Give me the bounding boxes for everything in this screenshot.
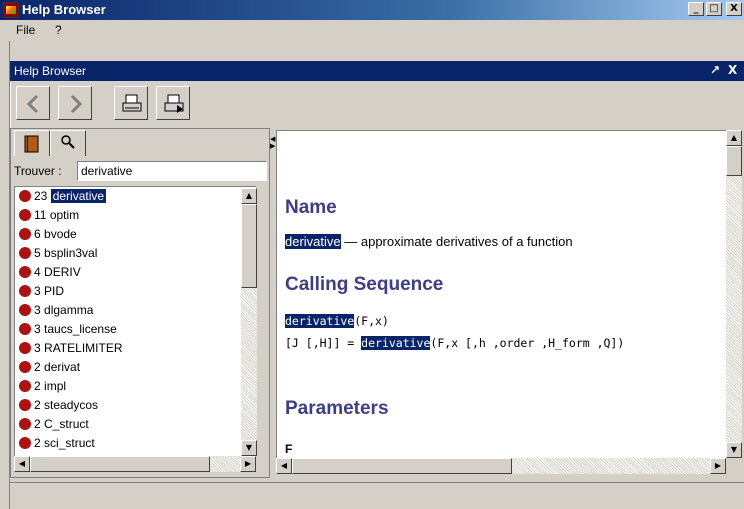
forward-button[interactable]: [58, 86, 92, 120]
result-dot-icon: [19, 418, 31, 430]
document-vscrollbar[interactable]: ▲ ▼: [726, 130, 742, 458]
app-icon: [3, 2, 19, 18]
calling-sequence-2: [J [,H]] = derivative(F,x [,h ,order ,H_…: [285, 336, 625, 350]
scroll-down-icon[interactable]: ▼: [726, 442, 742, 458]
result-dot-icon: [19, 247, 31, 259]
scroll-up-icon[interactable]: ▲: [241, 188, 257, 204]
scroll-thumb[interactable]: [241, 204, 257, 288]
list-item[interactable]: 3 RATELIMITER: [19, 341, 122, 360]
results-hscrollbar[interactable]: ◀ ▶: [14, 456, 256, 472]
print-setup-button[interactable]: [156, 86, 190, 120]
name-line: derivative — approximate derivatives of …: [285, 234, 573, 249]
list-item[interactable]: 2 sci_struct: [19, 436, 95, 455]
calling-sequence-1: derivative(F,x): [285, 314, 389, 328]
scroll-thumb[interactable]: [292, 458, 512, 474]
result-dot-icon: [19, 190, 31, 202]
back-button[interactable]: [16, 86, 50, 120]
list-item[interactable]: 2 steadycos: [19, 398, 98, 417]
list-item[interactable]: 2 derivat: [19, 360, 80, 379]
scroll-right-icon[interactable]: ▶: [240, 456, 256, 472]
menu-help[interactable]: ?: [55, 23, 62, 37]
list-item[interactable]: 23 derivative: [19, 189, 107, 208]
forward-icon: [70, 94, 83, 114]
result-dot-icon: [19, 399, 31, 411]
search-input[interactable]: derivative: [77, 161, 267, 181]
result-dot-icon: [19, 342, 31, 354]
tab-search[interactable]: [50, 130, 86, 156]
print-button[interactable]: [114, 86, 148, 120]
maximize-button[interactable]: □: [706, 2, 722, 16]
result-dot-icon: [19, 209, 31, 221]
window-title: Help Browser: [22, 2, 106, 17]
scroll-thumb[interactable]: [726, 146, 742, 176]
frame-titlebar[interactable]: Help Browser ↗ X: [10, 61, 744, 81]
close-button[interactable]: X: [726, 2, 742, 16]
result-dot-icon: [19, 323, 31, 335]
print-icon: [122, 94, 142, 112]
undock-icon[interactable]: ↗: [710, 63, 720, 77]
result-dot-icon: [19, 285, 31, 297]
scroll-right-icon[interactable]: ▶: [710, 458, 726, 474]
status-bar: [10, 482, 744, 508]
scroll-thumb[interactable]: [30, 456, 210, 472]
results-list[interactable]: 23 derivative 11 optim 6 bvode 5 bsplin3…: [14, 186, 256, 456]
minimize-button[interactable]: _: [688, 2, 704, 16]
list-item[interactable]: 2 impl: [19, 379, 66, 398]
param-name: F: [285, 442, 293, 456]
print-setup-icon: [164, 94, 184, 113]
scroll-left-icon[interactable]: ◀: [14, 456, 30, 472]
scroll-up-icon[interactable]: ▲: [726, 130, 742, 146]
result-dot-icon: [19, 437, 31, 449]
section-heading-calling: Calling Sequence: [285, 274, 444, 295]
menu-bar: File ?: [0, 20, 744, 41]
scroll-down-icon[interactable]: ▼: [241, 440, 257, 456]
list-item[interactable]: 3 dlgamma: [19, 303, 93, 322]
menu-file[interactable]: File: [16, 23, 35, 37]
left-gutter: [0, 41, 10, 509]
magnifier-icon: [61, 135, 75, 149]
book-icon: [24, 135, 39, 153]
find-label: Trouver :: [14, 164, 62, 178]
list-item[interactable]: 3 PID: [19, 284, 64, 303]
list-item[interactable]: 4 DERIV: [19, 265, 81, 284]
results-vscrollbar[interactable]: ▲ ▼: [241, 188, 257, 456]
list-item[interactable]: 11 optim: [19, 208, 79, 227]
section-heading-parameters: Parameters: [285, 398, 389, 419]
collapse-arrow-icon[interactable]: ◀ ▶: [270, 136, 275, 150]
result-dot-icon: [19, 380, 31, 392]
list-item[interactable]: 5 bsplin3val: [19, 246, 97, 265]
back-icon: [26, 94, 39, 114]
tab-contents[interactable]: [14, 130, 50, 156]
scroll-left-icon[interactable]: ◀: [276, 458, 292, 474]
window-titlebar[interactable]: Help Browser _ □ X: [0, 0, 744, 20]
list-item[interactable]: 6 bvode: [19, 227, 77, 246]
section-heading-name: Name: [285, 197, 337, 218]
result-dot-icon: [19, 266, 31, 278]
document-view[interactable]: Name derivative — approximate derivative…: [276, 130, 726, 458]
result-dot-icon: [19, 361, 31, 373]
list-item[interactable]: 3 taucs_license: [19, 322, 117, 341]
frame-title: Help Browser: [14, 64, 87, 78]
result-dot-icon: [19, 304, 31, 316]
document-hscrollbar[interactable]: ◀ ▶: [276, 458, 726, 474]
frame-close-icon[interactable]: X: [728, 63, 737, 77]
list-item[interactable]: 2 C_struct: [19, 417, 89, 436]
result-dot-icon: [19, 228, 31, 240]
